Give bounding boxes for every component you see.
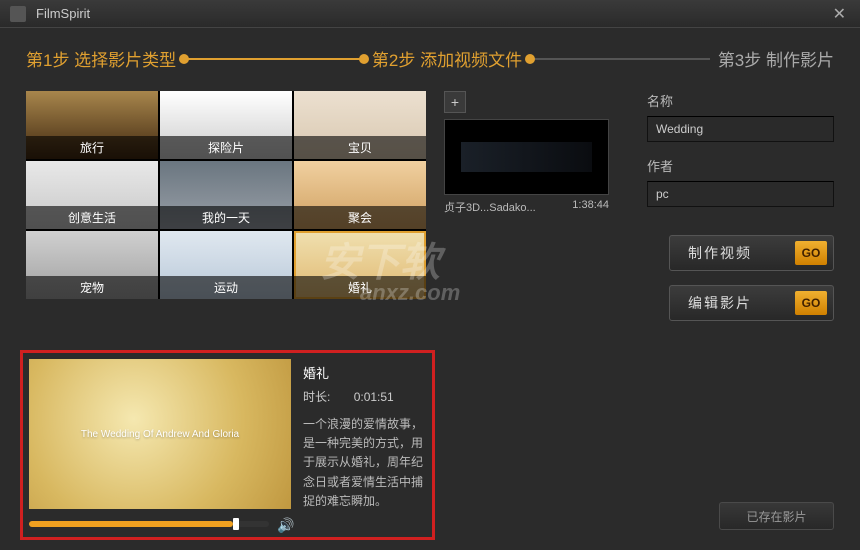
preview-image-caption: The Wedding Of Andrew And Gloria	[81, 429, 239, 440]
go-badge: GO	[795, 241, 827, 265]
tile-label: 聚会	[294, 206, 426, 229]
app-title: FilmSpirit	[36, 6, 90, 21]
titlebar: FilmSpirit ✕	[0, 0, 860, 28]
go-badge: GO	[795, 291, 827, 315]
volume-icon[interactable]: 🔊	[277, 517, 291, 531]
make-video-button[interactable]: 制作视频 GO	[669, 235, 834, 271]
close-button[interactable]: ✕	[829, 4, 850, 24]
template-tile-wedding[interactable]: 婚礼	[294, 231, 426, 299]
template-tile-pets[interactable]: 宠物	[26, 231, 158, 299]
name-label: 名称	[647, 91, 834, 110]
step-3[interactable]: 第3步 制作影片	[718, 46, 834, 71]
tile-label: 婚礼	[294, 276, 426, 299]
edit-movie-label: 编辑影片	[688, 293, 752, 313]
template-tile-myday[interactable]: 我的一天	[160, 161, 292, 229]
tile-label: 宠物	[26, 276, 158, 299]
progress-bar[interactable]	[29, 521, 269, 527]
duration-value: 0:01:51	[354, 390, 394, 404]
preview-title: 婚礼	[303, 363, 426, 382]
tile-label: 创意生活	[26, 206, 158, 229]
tile-label: 我的一天	[160, 206, 292, 229]
video-filename: 贞子3D...Sadako...	[444, 199, 536, 215]
author-input[interactable]	[647, 181, 834, 207]
preview-panel: The Wedding Of Andrew And Gloria 🔊 婚礼 时长…	[20, 350, 435, 540]
video-duration: 1:38:44	[572, 199, 609, 215]
tile-label: 宝贝	[294, 136, 426, 159]
preview-image[interactable]: The Wedding Of Andrew And Gloria	[29, 359, 291, 509]
add-video-button[interactable]: +	[444, 91, 466, 113]
tile-label: 旅行	[26, 136, 158, 159]
make-video-label: 制作视频	[688, 243, 752, 263]
step-wizard: 第1步 选择影片类型 第2步 添加视频文件 第3步 制作影片	[0, 28, 860, 71]
template-tile-baby[interactable]: 宝贝	[294, 91, 426, 159]
tile-label: 探险片	[160, 136, 292, 159]
app-icon	[10, 6, 26, 22]
name-input[interactable]	[647, 116, 834, 142]
template-grid: 旅行 探险片 宝贝 创意生活 我的一天 聚会 宠物 运动 婚礼	[26, 91, 426, 299]
video-thumbnail[interactable]	[444, 119, 609, 195]
author-label: 作者	[647, 156, 834, 175]
preview-description: 一个浪漫的爱情故事，是一种完美的方式，用于展示从婚礼，周年纪念日或者爱情生活中捕…	[303, 415, 426, 511]
template-tile-sports[interactable]: 运动	[160, 231, 292, 299]
duration-label: 时长:	[303, 390, 330, 404]
step-2[interactable]: 第2步 添加视频文件	[372, 46, 522, 71]
template-tile-adventure[interactable]: 探险片	[160, 91, 292, 159]
tile-label: 运动	[160, 276, 292, 299]
saved-movies-button[interactable]: 已存在影片	[719, 502, 834, 530]
template-tile-party[interactable]: 聚会	[294, 161, 426, 229]
progress-thumb[interactable]	[233, 518, 239, 530]
step-1[interactable]: 第1步 选择影片类型	[26, 46, 176, 71]
template-tile-travel[interactable]: 旅行	[26, 91, 158, 159]
edit-movie-button[interactable]: 编辑影片 GO	[669, 285, 834, 321]
template-tile-creative[interactable]: 创意生活	[26, 161, 158, 229]
